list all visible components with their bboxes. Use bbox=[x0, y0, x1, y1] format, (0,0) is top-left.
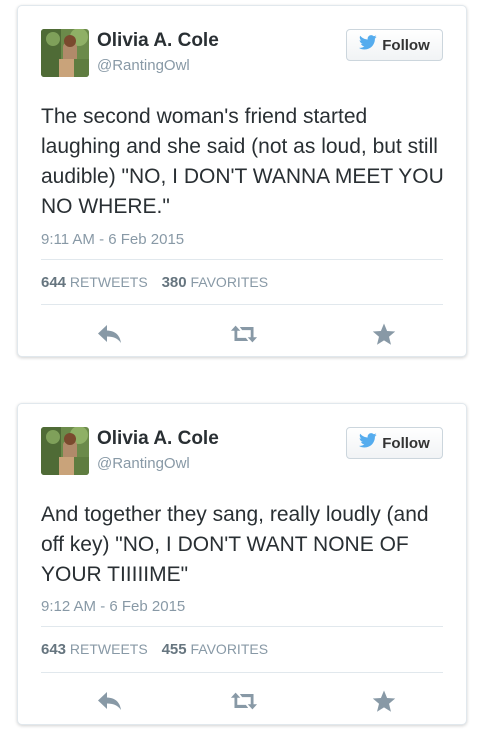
tweet-stats: 643 RETWEETS 455 FAVORITES bbox=[41, 641, 278, 658]
tweet-text: And together they sang, really loudly (a… bbox=[41, 503, 429, 586]
avatar[interactable] bbox=[41, 29, 89, 77]
favorite-button[interactable] bbox=[370, 687, 398, 715]
author-handle[interactable]: @RantingOwl bbox=[97, 455, 190, 472]
retweet-count[interactable]: 644 bbox=[41, 274, 66, 291]
retweet-icon bbox=[230, 692, 258, 710]
reply-icon bbox=[98, 325, 121, 343]
favorite-count-label[interactable]: FAVORITES bbox=[191, 641, 269, 657]
author-name[interactable]: Olivia A. Cole bbox=[97, 428, 219, 450]
retweet-icon bbox=[230, 325, 258, 343]
tweet-text: The second woman's friend started laughi… bbox=[41, 105, 444, 218]
tweet-header: Olivia A. Cole @RantingOwl Follow bbox=[41, 29, 443, 81]
star-icon bbox=[372, 690, 396, 712]
author-handle[interactable]: @RantingOwl bbox=[97, 57, 190, 74]
tweet-stats: 644 RETWEETS 380 FAVORITES bbox=[41, 274, 278, 291]
divider bbox=[41, 259, 443, 260]
twitter-bird-icon bbox=[359, 35, 377, 55]
tweet-header: Olivia A. Cole @RantingOwl Follow bbox=[41, 427, 443, 479]
reply-icon bbox=[98, 692, 121, 710]
favorite-count-label[interactable]: FAVORITES bbox=[191, 274, 269, 290]
divider bbox=[41, 672, 443, 673]
favorite-count[interactable]: 455 bbox=[162, 641, 187, 658]
reply-button[interactable] bbox=[96, 687, 124, 715]
tweet-timestamp[interactable]: 9:12 AM - 6 Feb 2015 bbox=[41, 598, 185, 615]
retweet-count-label[interactable]: RETWEETS bbox=[70, 641, 148, 657]
tweet-card: Olivia A. Cole @RantingOwl Follow And to… bbox=[17, 403, 467, 725]
favorite-count[interactable]: 380 bbox=[162, 274, 187, 291]
follow-button[interactable]: Follow bbox=[346, 427, 443, 459]
twitter-bird-icon bbox=[359, 433, 377, 453]
author-name[interactable]: Olivia A. Cole bbox=[97, 30, 219, 52]
retweet-button[interactable] bbox=[230, 320, 258, 348]
follow-label: Follow bbox=[382, 36, 430, 54]
retweet-count[interactable]: 643 bbox=[41, 641, 66, 658]
retweet-button[interactable] bbox=[230, 687, 258, 715]
avatar[interactable] bbox=[41, 427, 89, 475]
favorite-button[interactable] bbox=[370, 320, 398, 348]
tweet-timestamp[interactable]: 9:11 AM - 6 Feb 2015 bbox=[41, 231, 184, 248]
star-icon bbox=[372, 323, 396, 345]
follow-label: Follow bbox=[382, 434, 430, 452]
divider bbox=[41, 626, 443, 627]
reply-button[interactable] bbox=[96, 320, 124, 348]
tweet-actions bbox=[18, 314, 466, 354]
divider bbox=[41, 304, 443, 305]
tweet-actions bbox=[18, 681, 466, 721]
follow-button[interactable]: Follow bbox=[346, 29, 443, 61]
tweet-card: Olivia A. Cole @RantingOwl Follow The se… bbox=[17, 5, 467, 357]
retweet-count-label[interactable]: RETWEETS bbox=[70, 274, 148, 290]
